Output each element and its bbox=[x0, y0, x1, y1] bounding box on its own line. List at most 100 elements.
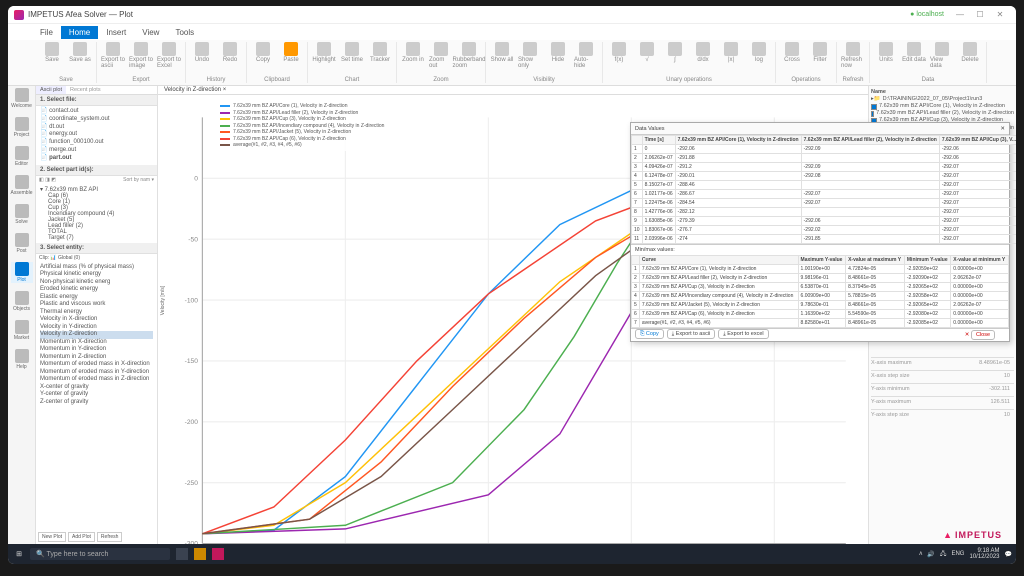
entity-item[interactable]: Physical kinetic energy bbox=[40, 271, 153, 279]
dw-export-to-ascii-button[interactable]: ⤓ Export to ascii bbox=[667, 329, 716, 339]
ribbon-show-all[interactable]: Show all bbox=[490, 42, 514, 69]
sort-dropdown[interactable]: Sort by nam ▾ bbox=[123, 177, 154, 183]
entity-item[interactable]: Artificial mass (% of physical mass) bbox=[40, 264, 153, 272]
tray-chevron[interactable]: ʌ bbox=[919, 551, 922, 557]
ribbon-view-data[interactable]: View data bbox=[930, 42, 954, 69]
taskbar-search[interactable]: 🔍 Type here to search bbox=[30, 548, 170, 560]
ribbon-cross[interactable]: Cross bbox=[780, 42, 804, 63]
ribbon-export-to-ascii[interactable]: Export to ascii bbox=[101, 42, 125, 69]
entity-item[interactable]: Velocity in X-direction bbox=[40, 316, 153, 324]
plot-tab[interactable]: Velocity in Z-direction × bbox=[158, 86, 868, 95]
ribbon-hide[interactable]: Hide bbox=[546, 42, 570, 69]
dock-editor[interactable]: Editor bbox=[11, 146, 33, 167]
ribbon-redo[interactable]: Redo bbox=[218, 42, 242, 63]
dock-project[interactable]: Project bbox=[11, 117, 33, 138]
file-item[interactable]: 📄 part.out bbox=[40, 155, 153, 163]
start-button[interactable]: ⊞ bbox=[12, 547, 26, 561]
ribbon-copy[interactable]: Copy bbox=[251, 42, 275, 63]
ribbon-√[interactable]: √ bbox=[635, 42, 659, 63]
dw-close-button[interactable]: ✕ Close bbox=[961, 331, 1002, 339]
ribbon-export-to-excel[interactable]: Export to Excel bbox=[157, 42, 181, 69]
dock-post[interactable]: Post bbox=[11, 233, 33, 254]
file-item[interactable]: 📄 coordinate_system.out bbox=[40, 116, 153, 124]
menu-insert[interactable]: Insert bbox=[98, 26, 134, 39]
entity-item[interactable]: Plastic and viscous work bbox=[40, 301, 153, 309]
tray-lang[interactable]: ENG bbox=[951, 551, 964, 557]
ribbon-delete[interactable]: Delete bbox=[958, 42, 982, 69]
menu-view[interactable]: View bbox=[134, 26, 167, 39]
entity-item[interactable]: Velocity in Y-direction bbox=[40, 324, 153, 332]
dock-objects[interactable]: Objects bbox=[11, 291, 33, 312]
file-item[interactable]: 📄 function_000100.out bbox=[40, 139, 153, 147]
ribbon-save-as[interactable]: Save as bbox=[68, 42, 92, 63]
entity-item[interactable]: Z-center of gravity bbox=[40, 399, 153, 407]
entity-item[interactable]: Momentum in Z-direction bbox=[40, 354, 153, 362]
ribbon-set-time[interactable]: Set time bbox=[340, 42, 364, 63]
dw-close-x[interactable]: ✕ bbox=[1000, 126, 1005, 132]
curve-item[interactable]: 7.62x39 mm BZ API/Core (1), Velocity in … bbox=[871, 103, 1014, 110]
ribbon-save[interactable]: Save bbox=[40, 42, 64, 63]
ribbon-undo[interactable]: Undo bbox=[190, 42, 214, 63]
entity-item[interactable]: Momentum of eroded mass in X-direction bbox=[40, 361, 153, 369]
tray-clock[interactable]: 9:18 AM10/12/2023 bbox=[969, 548, 999, 560]
ribbon-∫[interactable]: ∫ bbox=[663, 42, 687, 63]
entity-item[interactable]: Momentum in X-direction bbox=[40, 339, 153, 347]
tb-app-1[interactable] bbox=[176, 548, 188, 560]
entity-item[interactable]: Velocity in Z-direction bbox=[40, 331, 153, 339]
ribbon-show-only[interactable]: Show only bbox=[518, 42, 542, 69]
dock-welcome[interactable]: Welcome bbox=[11, 88, 33, 109]
entity-item[interactable]: Momentum in Y-direction bbox=[40, 346, 153, 354]
dw-copy-button[interactable]: ⎘ Copy bbox=[635, 329, 664, 339]
tray-volume-icon[interactable]: 🔊 bbox=[927, 551, 934, 558]
entity-item[interactable]: Momentum of eroded mass in Y-direction bbox=[40, 369, 153, 377]
tray-notifications-icon[interactable]: 💬 bbox=[1005, 551, 1012, 558]
ribbon-log[interactable]: log bbox=[747, 42, 771, 63]
dock-solve[interactable]: Solve bbox=[11, 204, 33, 225]
tray-network-icon[interactable]: 🖧 bbox=[940, 549, 947, 559]
ribbon-d/dx[interactable]: d/dx bbox=[691, 42, 715, 63]
dw-export-to-excel-button[interactable]: ⤓ Export to excel bbox=[718, 329, 768, 339]
maximize-button[interactable]: ☐ bbox=[970, 10, 990, 19]
entity-item[interactable]: Elastic energy bbox=[40, 294, 153, 302]
ribbon-highlight[interactable]: Highlight bbox=[312, 42, 336, 63]
menu-tools[interactable]: Tools bbox=[167, 26, 202, 39]
tab-recent-plots[interactable]: Recent plots bbox=[66, 86, 105, 94]
ribbon-zoom-out[interactable]: Zoom out bbox=[429, 42, 453, 69]
dock-help[interactable]: Help bbox=[11, 349, 33, 370]
part-root[interactable]: ▾ 7.62x39 mm BZ API bbox=[40, 186, 153, 193]
ribbon-units[interactable]: Units bbox=[874, 42, 898, 69]
entity-item[interactable]: Y-center of gravity bbox=[40, 391, 153, 399]
dock-plot[interactable]: Plot bbox=[11, 262, 33, 283]
ribbon-rubberband-zoom[interactable]: Rubberband zoom bbox=[457, 42, 481, 69]
curve-item[interactable]: 7.62x39 mm BZ API/Lead filler (2), Veloc… bbox=[871, 110, 1014, 117]
menu-home[interactable]: Home bbox=[61, 26, 98, 39]
file-item[interactable]: 📄 contact.out bbox=[40, 108, 153, 116]
entity-item[interactable]: X-center of gravity bbox=[40, 384, 153, 392]
menu-file[interactable]: File bbox=[32, 26, 61, 39]
ribbon-filter[interactable]: Filter bbox=[808, 42, 832, 63]
dock-market[interactable]: Market bbox=[11, 320, 33, 341]
tb-app-2[interactable] bbox=[194, 548, 206, 560]
entity-item[interactable]: Eroded kinetic energy bbox=[40, 286, 153, 294]
ribbon-paste[interactable]: Paste bbox=[279, 42, 303, 63]
file-item[interactable]: 📄 merge.out bbox=[40, 147, 153, 155]
part-item[interactable]: Target (7) bbox=[40, 235, 153, 241]
dock-assemble[interactable]: Assemble bbox=[11, 175, 33, 196]
ribbon-export-to-image[interactable]: Export to image bbox=[129, 42, 153, 69]
add-plot-button[interactable]: Add Plot bbox=[68, 532, 95, 542]
entity-item[interactable]: Momentum of eroded mass in Z-direction bbox=[40, 376, 153, 384]
refresh-button[interactable]: Refresh bbox=[97, 532, 123, 542]
entity-item[interactable]: Non-physical kinetic energ bbox=[40, 279, 153, 287]
ribbon-f(x)[interactable]: f(x) bbox=[607, 42, 631, 63]
tb-app-impetus[interactable] bbox=[212, 548, 224, 560]
close-button[interactable]: ✕ bbox=[990, 10, 1010, 19]
ribbon-refresh-now[interactable]: Refresh now bbox=[841, 42, 865, 69]
ribbon-tracker[interactable]: Tracker bbox=[368, 42, 392, 63]
tab-ascii-plot[interactable]: Ascii plot bbox=[36, 86, 66, 94]
ribbon-auto-hide[interactable]: Auto-hide bbox=[574, 42, 598, 69]
ribbon-zoom-in[interactable]: Zoom in bbox=[401, 42, 425, 69]
entity-item[interactable]: Thermal energy bbox=[40, 309, 153, 317]
ribbon-|x|[interactable]: |x| bbox=[719, 42, 743, 63]
ribbon-edit-data[interactable]: Edit data bbox=[902, 42, 926, 69]
minimize-button[interactable]: — bbox=[950, 10, 970, 19]
